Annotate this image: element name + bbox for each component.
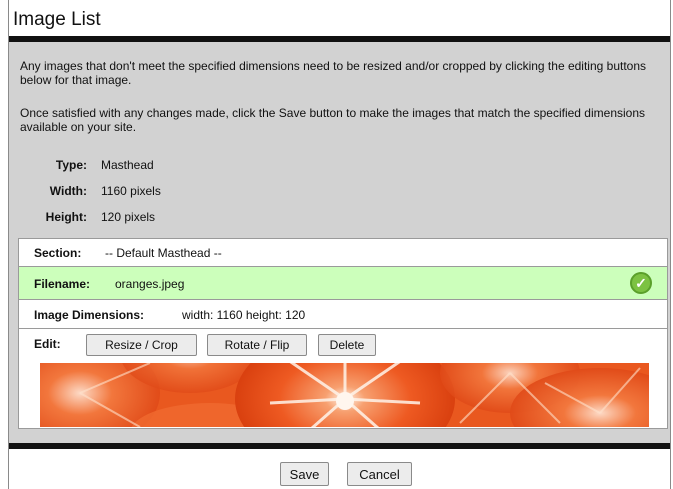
title-bar: Image List: [9, 0, 670, 36]
orange-slices-image: [40, 363, 649, 427]
image-entry-card: Section: -- Default Masthead -- Filename…: [18, 238, 668, 429]
page-title: Image List: [13, 9, 101, 30]
dimensions-label: Image Dimensions:: [34, 308, 145, 322]
filename-label: Filename:: [34, 277, 91, 291]
filename-row: Filename: oranges.jpeg ✓: [19, 267, 667, 300]
rotate-flip-button[interactable]: Rotate / Flip: [207, 334, 307, 356]
intro-paragraph-2: Once satisfied with any changes made, cl…: [20, 106, 646, 134]
spec-width-label: Width:: [49, 184, 87, 198]
save-button[interactable]: Save: [280, 462, 329, 486]
delete-button[interactable]: Delete: [318, 334, 376, 356]
footer-divider: [9, 443, 670, 449]
section-label: Section:: [34, 246, 82, 260]
spec-height-label: Height:: [45, 210, 87, 224]
cancel-button[interactable]: Cancel: [347, 462, 412, 486]
check-circle-icon: ✓: [630, 272, 652, 294]
intro-paragraph-1: Any images that don't meet the specified…: [20, 59, 647, 87]
section-row: Section: -- Default Masthead --: [19, 239, 667, 267]
section-value: -- Default Masthead --: [105, 246, 222, 260]
edit-row: Edit: Resize / Crop Rotate / Flip Delete: [19, 329, 667, 361]
masthead-image-preview: [40, 363, 649, 427]
resize-crop-button[interactable]: Resize / Crop: [86, 334, 197, 356]
spec-type-label: Type:: [55, 158, 87, 172]
edit-label: Edit:: [34, 337, 61, 351]
spec-width-value: 1160 pixels: [101, 184, 161, 198]
spec-height-value: 120 pixels: [101, 210, 156, 224]
spec-type-value: Masthead: [101, 158, 154, 172]
dimensions-value: width: 1160 height: 120: [182, 308, 306, 322]
filename-value: oranges.jpeg: [115, 277, 185, 291]
dimensions-row: Image Dimensions: width: 1160 height: 12…: [19, 300, 667, 329]
